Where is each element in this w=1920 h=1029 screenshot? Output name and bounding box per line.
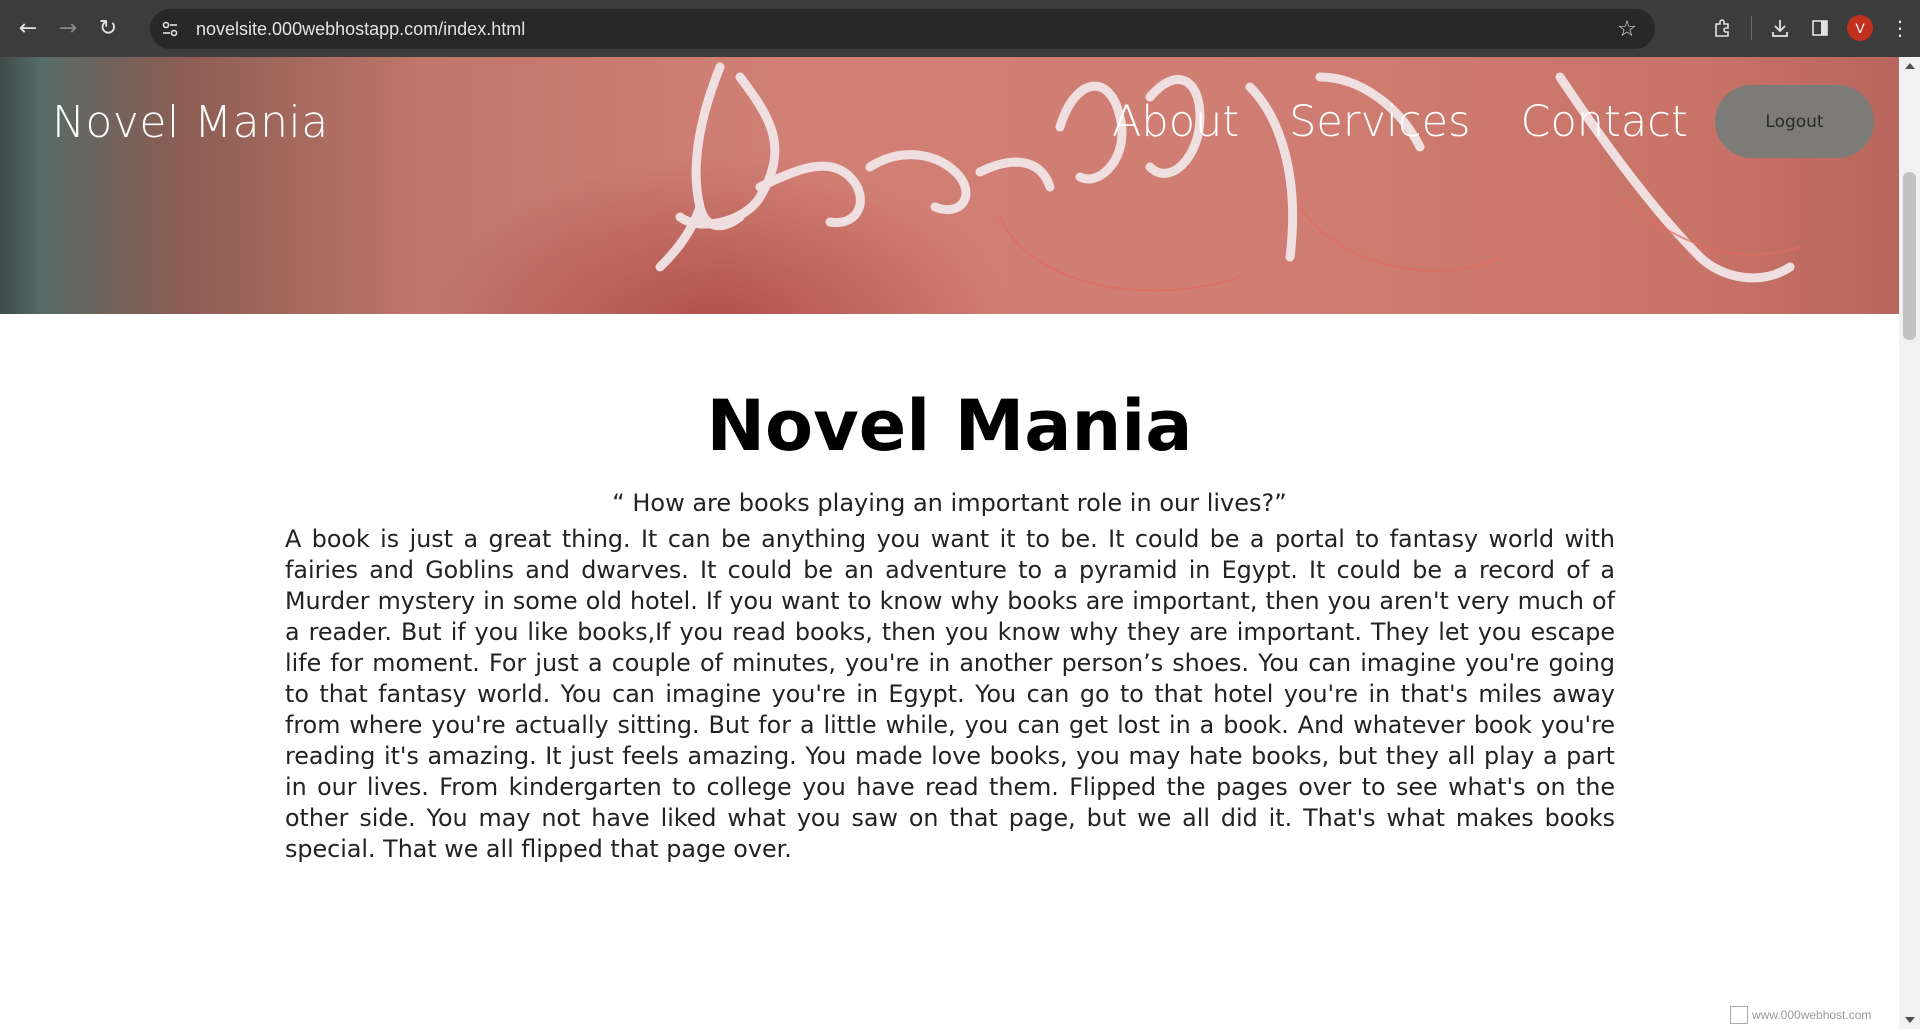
tune-icon[interactable] xyxy=(153,12,187,46)
vertical-scrollbar[interactable] xyxy=(1899,57,1920,1029)
browser-toolbar: ← → ↻ novelsite.000webhostapp.com/index.… xyxy=(0,0,1920,57)
avatar[interactable]: V xyxy=(1847,15,1873,41)
side-panel-icon[interactable] xyxy=(1800,8,1840,48)
nav-about-link[interactable]: About xyxy=(1112,97,1239,147)
star-icon[interactable]: ☆ xyxy=(1611,13,1643,45)
quote-text: “ How are books playing an important rol… xyxy=(612,489,1287,517)
hosting-badge-text: www.000webhost.com xyxy=(1752,1008,1872,1022)
toolbar-divider xyxy=(1751,16,1752,40)
main-nav: About Services Contact xyxy=(1112,97,1738,147)
more-vert-icon[interactable]: ⋮ xyxy=(1880,8,1920,48)
site-logo[interactable]: Novel Mania xyxy=(52,97,329,148)
scroll-up-arrow-icon[interactable] xyxy=(1905,63,1915,69)
body-paragraph: A book is just a great thing. It can be … xyxy=(285,525,1615,863)
forward-arrow-icon[interactable]: → xyxy=(48,9,88,49)
address-bar[interactable]: novelsite.000webhostapp.com/index.html ☆ xyxy=(150,9,1655,49)
scroll-down-arrow-icon[interactable] xyxy=(1905,1017,1915,1023)
reload-icon[interactable]: ↻ xyxy=(88,9,128,49)
puzzle-icon[interactable] xyxy=(1703,8,1743,48)
scrollbar-thumb[interactable] xyxy=(1903,172,1916,340)
page-viewport: Novel Mania About Services Contact Logou… xyxy=(0,57,1899,1029)
logout-button[interactable]: Logout xyxy=(1715,85,1874,158)
nav-contact-link[interactable]: Contact xyxy=(1520,97,1687,147)
download-icon[interactable] xyxy=(1760,8,1800,48)
hero-banner: Novel Mania About Services Contact Logou… xyxy=(0,57,1899,314)
broken-image-icon xyxy=(1730,1006,1748,1024)
url-text[interactable]: novelsite.000webhostapp.com/index.html xyxy=(196,19,525,40)
hosting-badge[interactable]: www.000webhost.com xyxy=(1730,1003,1885,1027)
neon-sign-image xyxy=(655,62,1801,292)
back-arrow-icon[interactable]: ← xyxy=(8,9,48,49)
page-title: Novel Mania xyxy=(706,385,1193,467)
nav-services-link[interactable]: Services xyxy=(1289,97,1470,147)
